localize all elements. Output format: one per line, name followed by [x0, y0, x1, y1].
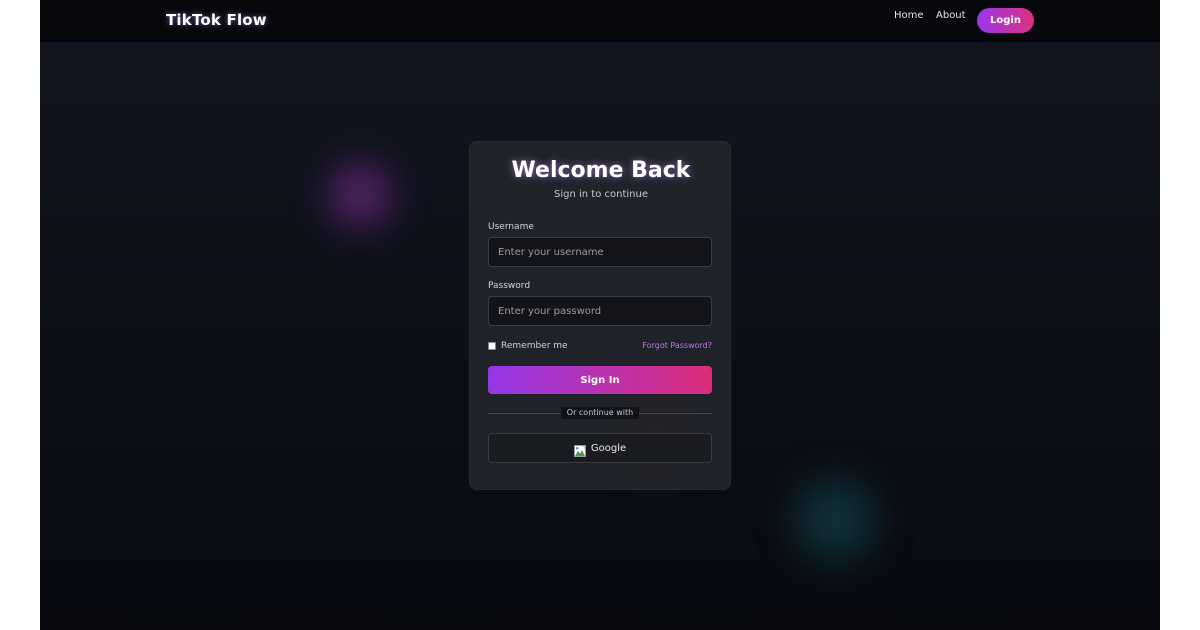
- divider-text: Or continue with: [561, 407, 639, 419]
- forgot-password-link[interactable]: Forgot Password?: [642, 341, 712, 350]
- top-navbar: TikTok Flow Home About Login: [40, 0, 1160, 42]
- nav-link-home[interactable]: Home: [894, 10, 924, 21]
- background-glow-purple: [315, 150, 405, 240]
- google-signin-button[interactable]: Google: [488, 433, 712, 463]
- page-viewport: TikTok Flow Home About Login Welcome Bac…: [40, 0, 1160, 630]
- google-button-label: Google: [590, 442, 627, 454]
- nav-link-about[interactable]: About: [936, 10, 966, 21]
- remember-me-label[interactable]: Remember me: [501, 341, 568, 351]
- remember-me-row[interactable]: Remember me: [488, 340, 568, 352]
- brand-logo[interactable]: TikTok Flow: [166, 11, 267, 29]
- remember-me-checkbox[interactable]: [488, 342, 496, 350]
- login-card: Welcome Back Sign in to continue Usernam…: [469, 141, 731, 490]
- sign-in-button[interactable]: Sign In: [488, 366, 712, 394]
- username-label: Username: [488, 222, 534, 232]
- card-title: Welcome Back: [511, 158, 691, 183]
- username-input[interactable]: [488, 237, 712, 267]
- background-glow-teal: [780, 465, 890, 575]
- password-label: Password: [488, 281, 531, 291]
- broken-image-icon: [573, 442, 586, 457]
- password-input[interactable]: [488, 296, 712, 326]
- nav-login-button[interactable]: Login: [977, 8, 1034, 33]
- card-subtitle: Sign in to continue: [554, 189, 648, 200]
